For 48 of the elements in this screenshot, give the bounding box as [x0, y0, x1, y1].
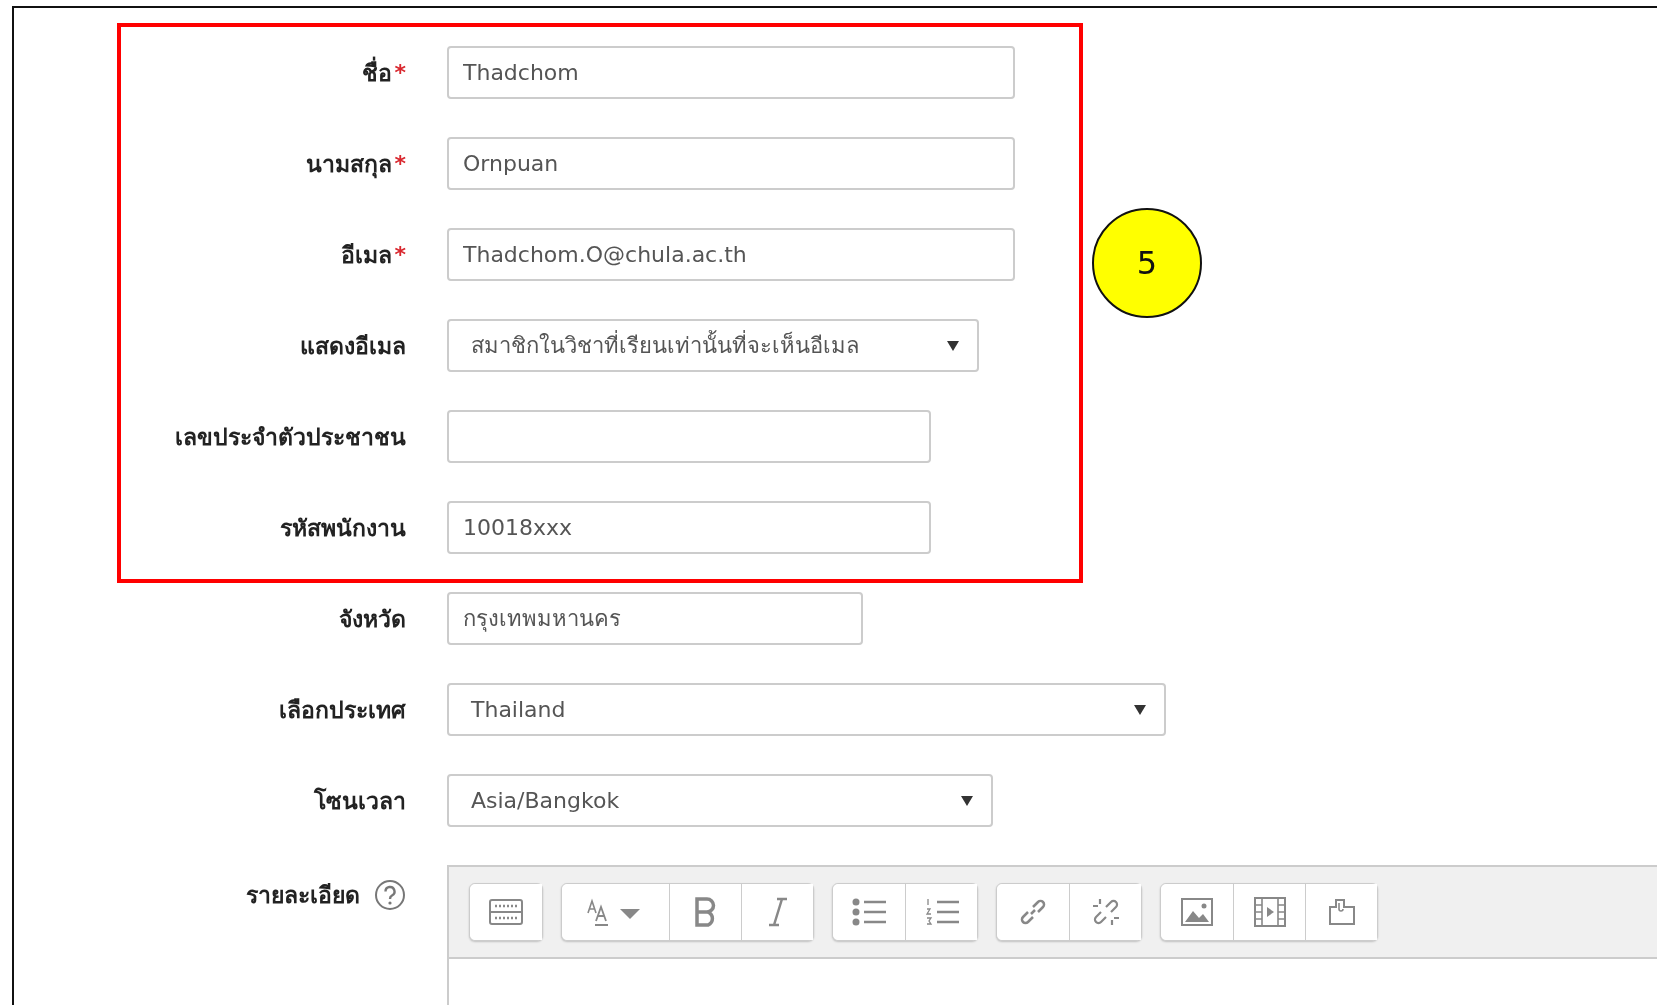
bullets-tool-button[interactable]: [833, 884, 905, 940]
dropdown[interactable]: Thailand: [447, 683, 1166, 736]
field-label: แสดงอีเมล: [300, 331, 406, 361]
caret-icon: [1134, 704, 1146, 715]
field-label: รายละเอียด: [246, 881, 360, 910]
text-field[interactable]: กรุงเทพมหานคร: [447, 592, 863, 645]
field-label: นามสกุล: [306, 149, 393, 181]
link-icon: [1018, 897, 1048, 927]
italic-tool-button[interactable]: [741, 884, 813, 940]
help-icon[interactable]: [374, 879, 406, 911]
required-mark: *: [394, 60, 406, 85]
unlink-tool-button[interactable]: [1069, 884, 1141, 940]
required-mark: *: [394, 151, 406, 176]
field-label: เลขประจำตัวประชาชน: [175, 422, 406, 452]
dropdown[interactable]: สมาชิกในวิชาที่เรียนเท่านั้นที่จะเห็นอีเมล: [447, 319, 979, 372]
media-tool-button[interactable]: [1233, 884, 1305, 940]
numbered-list-icon: [924, 898, 959, 926]
caret-icon: [961, 795, 973, 806]
text-field[interactable]: [447, 410, 931, 463]
field-label: เลือกประเทศ: [279, 695, 406, 725]
text-field[interactable]: Thadchom: [447, 46, 1015, 99]
toolbar-toggle-icon: [489, 899, 523, 925]
film-icon: [1253, 897, 1286, 927]
files-icon: [1326, 897, 1357, 927]
manage-tool-button[interactable]: [1305, 884, 1377, 940]
italic-icon: [767, 897, 788, 927]
more-tool-button[interactable]: [470, 884, 542, 940]
field-label: ชื่อ: [362, 54, 393, 91]
field-label: รหัสพนักงาน: [280, 513, 406, 543]
text-field[interactable]: Thadchom.O@chula.ac.th: [447, 228, 1015, 281]
field-label: จังหวัด: [339, 604, 406, 634]
font-tool-button[interactable]: [562, 884, 669, 940]
unlink-icon: [1090, 897, 1121, 927]
link-tool-button[interactable]: [997, 884, 1069, 940]
image-icon: [1181, 898, 1213, 926]
bold-tool-button[interactable]: [669, 884, 741, 940]
image-tool-button[interactable]: [1161, 884, 1233, 940]
bold-icon: [693, 897, 718, 927]
caret-icon: [947, 340, 959, 351]
field-label: อีเมล: [341, 240, 393, 270]
step-number-badge: 5: [1092, 208, 1202, 318]
required-mark: *: [394, 242, 406, 267]
bulleted-list-icon: [852, 898, 886, 926]
text-field[interactable]: 10018xxx: [447, 501, 931, 554]
field-label: โซนเวลา: [314, 786, 406, 816]
dropdown[interactable]: Asia/Bangkok: [447, 774, 993, 827]
text-field[interactable]: Ornpuan: [447, 137, 1015, 190]
numbers-tool-button[interactable]: [905, 884, 977, 940]
